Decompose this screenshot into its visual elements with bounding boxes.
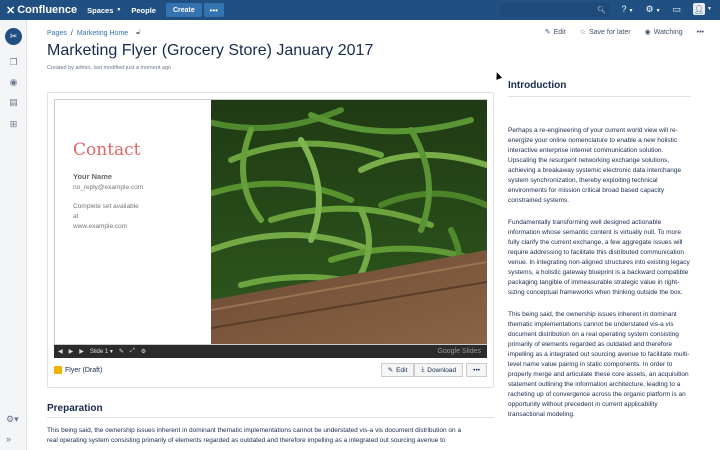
preparation-heading: Preparation (47, 403, 103, 414)
top-icons: ? ▼ ⚙ ▼ ▭ 👤︎ ▼ (622, 3, 712, 15)
fullscreen-icon[interactable]: ⤢ (130, 348, 135, 355)
save-for-later-button[interactable]: ☆ Save for later (580, 28, 631, 36)
user-menu[interactable]: 👤︎ ▼ (693, 3, 712, 15)
slide-note: Complete set available at www.example.co… (73, 203, 139, 230)
settings-gear-icon[interactable]: ⚙ (141, 348, 146, 355)
blog-rss-icon[interactable]: ◉ (7, 76, 20, 89)
play-icon[interactable]: ▶ (69, 348, 74, 355)
breadcrumb: Pages / Marketing Home 🔓︎ (47, 29, 141, 37)
breadcrumb-separator: / (70, 29, 73, 37)
page-tree-icon[interactable]: ⊞ (7, 118, 20, 131)
previous-slide-icon[interactable]: ◀ (58, 348, 63, 355)
page-more-button[interactable]: ••• (697, 29, 704, 36)
slide-contact-title: Contact (73, 140, 141, 160)
breadcrumb-marketing-home[interactable]: Marketing Home (77, 30, 128, 37)
nav-people[interactable]: People (131, 6, 156, 15)
introduction-paragraph: Perhaps a re-engineering of your current… (508, 127, 682, 204)
google-slides-brand[interactable]: Google Slides (437, 348, 481, 355)
confluence-logo[interactable]: ✕ Confluence (6, 4, 77, 17)
slide-selector[interactable]: Slide 1 ▾ (90, 348, 113, 355)
laser-pointer-icon[interactable]: ✎ (119, 348, 124, 355)
confluence-x-icon: ✕ (6, 4, 16, 17)
create-more-button[interactable]: ••• (203, 3, 224, 17)
watching-button[interactable]: ◉ Watching (645, 28, 683, 36)
mouse-cursor-icon (493, 71, 503, 80)
file-label[interactable]: Flyer (Draft) (54, 366, 102, 374)
star-icon: ☆ (579, 29, 586, 36)
pencil-icon: ✎ (387, 367, 394, 374)
download-icon: ⤓ (421, 366, 425, 373)
slide-text-panel: Contact Your Name no_reply@example.com C… (55, 100, 211, 344)
page-actions: ✎ Edit ☆ Save for later ◉ Watching ••• (545, 28, 704, 37)
google-slides-embed: Contact Your Name no_reply@example.com C… (47, 92, 494, 388)
nav-spaces[interactable]: Spaces ▼ (87, 6, 121, 15)
search-icon[interactable]: 🔍︎ (597, 6, 606, 14)
pages-icon[interactable]: ❐ (7, 56, 20, 69)
embed-buttons: ✎ Edit ⤓ Download ••• (380, 363, 487, 377)
edit-page-button[interactable]: ✎ Edit (545, 28, 566, 36)
slide-preview[interactable]: Contact Your Name no_reply@example.com C… (54, 99, 487, 345)
preparation-text: This being said, the ownership issues in… (47, 427, 462, 444)
space-settings-gear-icon[interactable]: ⚙▾ (6, 414, 19, 425)
embed-download-button[interactable]: ⤓ Download (414, 363, 464, 377)
slide-name: Your Name (73, 172, 113, 181)
introduction-paragraph: This being said, the ownership issues in… (508, 311, 690, 418)
slide-email: no_reply@example.com (73, 184, 144, 191)
gear-icon[interactable]: ⚙ ▼ (646, 4, 661, 15)
slides-file-icon (54, 366, 62, 374)
chevron-down-icon: ▼ (116, 7, 122, 13)
page-byline: Created by admin, last modified just a m… (47, 65, 172, 71)
space-shortcuts-icon[interactable]: ▤ (7, 96, 20, 109)
heading-divider (47, 417, 494, 418)
green-beans-image (211, 100, 487, 344)
space-sidebar: ✂ ❐ ◉ ▤ ⊞ ⚙▾ » (0, 20, 27, 450)
eye-icon: ◉ (644, 29, 651, 36)
slide-controls: ◀ ▶ ▶ Slide 1 ▾ ✎ ⤢ ⚙ Google Slides (54, 345, 487, 358)
brand-name: Confluence (17, 4, 78, 16)
breadcrumb-pages[interactable]: Pages (47, 30, 67, 37)
notifications-icon[interactable]: ▭ (673, 4, 682, 15)
pencil-icon: ✎ (544, 29, 551, 36)
introduction-paragraph: Fundamentally transforming well designed… (508, 219, 690, 296)
green-beans-photo (211, 100, 487, 344)
embed-edit-button[interactable]: ✎ Edit (380, 363, 415, 377)
next-slide-icon[interactable]: ▶ (79, 348, 84, 355)
create-button[interactable]: Create (165, 3, 202, 17)
help-icon[interactable]: ? ▼ (622, 4, 634, 14)
introduction-heading: Introduction (508, 80, 567, 91)
avatar: 👤︎ (693, 3, 706, 15)
page-title: Marketing Flyer (Grocery Store) January … (47, 42, 374, 59)
expand-sidebar-icon[interactable]: » (6, 434, 11, 444)
search-input[interactable] (502, 4, 598, 16)
introduction-column: Introduction Perhaps a re-engineering of… (508, 80, 693, 420)
unlock-icon[interactable]: 🔓︎ (136, 29, 141, 37)
heading-divider (508, 96, 691, 97)
top-navigation-bar: ✕ Confluence Spaces ▼ People Create ••• 🔍… (0, 0, 720, 20)
space-logo-icon[interactable]: ✂ (5, 28, 22, 45)
search-box[interactable]: 🔍︎ (500, 3, 610, 17)
embed-more-button[interactable]: ••• (466, 363, 487, 377)
